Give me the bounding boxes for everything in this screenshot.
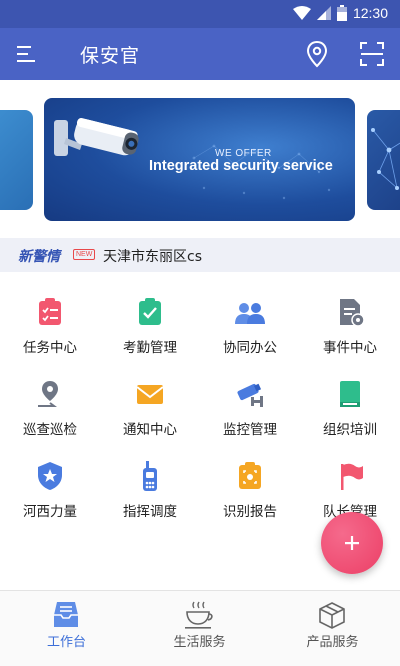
grid-item-label: 监控管理 xyxy=(223,422,277,438)
collaboration-icon xyxy=(235,303,265,324)
patrol-icon xyxy=(38,381,58,407)
grid-item-event-center[interactable]: 事件中心 xyxy=(300,290,400,372)
banner-slide-next[interactable] xyxy=(367,110,400,210)
grid-item-dispatch[interactable]: 指挥调度 xyxy=(100,454,200,536)
tab-label: 产品服务 xyxy=(306,635,359,650)
location-pin-icon xyxy=(306,40,328,68)
grid-item-label: 组织培训 xyxy=(323,422,377,438)
banner-slide-current[interactable]: WE OFFER Integrated security service xyxy=(44,98,355,221)
menu-icon xyxy=(17,46,35,62)
event-center-icon xyxy=(340,299,365,327)
banner-slide-previous[interactable] xyxy=(0,110,33,210)
scan-icon xyxy=(360,42,384,66)
banner-carousel[interactable]: WE OFFER Integrated security service xyxy=(0,80,400,238)
grid-item-label: 协同办公 xyxy=(223,340,277,356)
status-time: 12:30 xyxy=(352,5,388,21)
grid-item-task-center[interactable]: 任务中心 xyxy=(0,290,100,372)
scan-button[interactable] xyxy=(358,40,386,68)
add-button[interactable] xyxy=(321,512,383,574)
alert-brand: 新警情 xyxy=(18,249,60,265)
monitor-icon xyxy=(237,383,263,407)
grid-item-force[interactable]: 河西力量 xyxy=(0,454,100,536)
tab-workbench[interactable]: 工作台 xyxy=(0,591,133,666)
grid-item-label: 事件中心 xyxy=(323,340,377,356)
grid-item-recognition-report[interactable]: 识别报告 xyxy=(200,454,300,536)
new-badge: NEW xyxy=(73,249,96,260)
attendance-icon xyxy=(139,298,161,325)
bottom-tab-bar: 工作台 生活服务 产品服务 xyxy=(0,590,400,666)
recognition-report-icon xyxy=(239,462,261,489)
shield-icon xyxy=(38,462,62,490)
menu-button[interactable] xyxy=(14,41,40,67)
grid-item-patrol[interactable]: 巡查巡检 xyxy=(0,372,100,454)
package-box-icon xyxy=(319,602,345,629)
alert-text: 天津市东丽区cs xyxy=(103,249,202,265)
status-icons: 12:30 xyxy=(292,5,388,21)
task-center-icon xyxy=(39,298,61,325)
tab-product-services[interactable]: 产品服务 xyxy=(266,591,399,666)
inbox-tray-icon xyxy=(54,602,78,627)
status-bar: 12:30 xyxy=(0,0,400,28)
alert-ticker[interactable]: 新警情 NEW 天津市东丽区cs xyxy=(0,238,400,272)
grid-item-label: 通知中心 xyxy=(123,422,177,438)
signal-icon xyxy=(316,6,331,20)
grid-item-label: 巡查巡检 xyxy=(23,422,77,438)
grid-item-attendance[interactable]: 考勤管理 xyxy=(100,290,200,372)
flag-icon xyxy=(341,463,363,490)
battery-icon xyxy=(336,5,347,21)
tab-life-services[interactable]: 生活服务 xyxy=(133,591,266,666)
grid-item-label: 考勤管理 xyxy=(123,340,177,356)
plus-icon xyxy=(345,536,359,550)
location-button[interactable] xyxy=(304,40,330,68)
wifi-icon xyxy=(292,6,311,20)
coffee-cup-icon xyxy=(185,601,213,629)
grid-item-label: 识别报告 xyxy=(223,504,277,520)
grid-item-label: 河西力量 xyxy=(23,504,77,520)
network-illustration xyxy=(371,128,400,190)
grid-item-label: 指挥调度 xyxy=(123,504,177,520)
walkie-talkie-icon xyxy=(143,461,157,491)
tab-label: 生活服务 xyxy=(173,635,226,650)
notification-icon xyxy=(136,385,164,404)
grid-item-training[interactable]: 组织培训 xyxy=(300,372,400,454)
grid-item-collaboration[interactable]: 协同办公 xyxy=(200,290,300,372)
grid-item-label: 任务中心 xyxy=(23,340,77,356)
banner-title: Integrated security service xyxy=(149,158,333,174)
tab-label: 工作台 xyxy=(46,635,86,650)
grid-item-monitor[interactable]: 监控管理 xyxy=(200,372,300,454)
grid-item-notification[interactable]: 通知中心 xyxy=(100,372,200,454)
training-icon xyxy=(340,381,360,407)
app-bar: 保安官 xyxy=(0,28,400,80)
page-title: 保安官 xyxy=(80,45,141,67)
